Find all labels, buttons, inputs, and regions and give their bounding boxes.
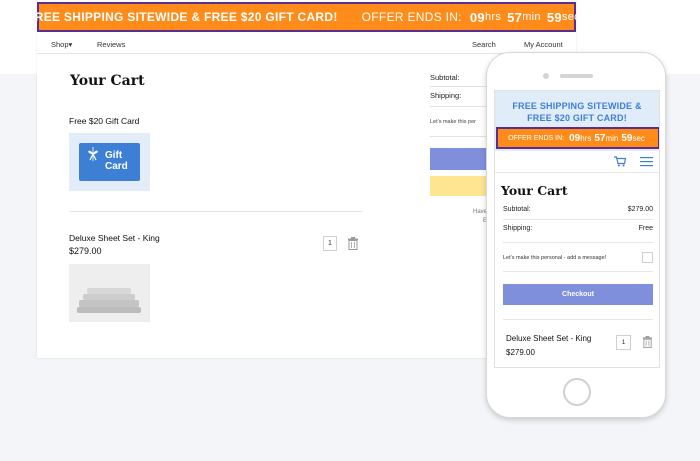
mobile-quantity-input[interactable]: 1 [616,335,631,350]
gift-card-text-gift: Gift [105,150,123,161]
nav-shop[interactable]: Shop▾ [51,40,72,49]
mobile-page-title: Your Cart [501,183,568,198]
mobile-hours: 09 [569,132,581,144]
page-title: Your Cart [70,73,145,89]
promo-banner[interactable]: FREE SHIPPING SITEWIDE & FREE $20 GIFT C… [27,2,580,32]
mobile-subtotal-value: $279.00 [627,206,653,213]
mobile-screen: FREE SHIPPING SITEWIDE & FREE $20 GIFT C… [494,90,660,368]
mobile-countdown: OFFER ENDS IN: 09 hrs 57 min 59 sec [496,127,659,149]
mobile-message-label: Let's make this personal - add a message… [503,255,607,261]
top-nav: Shop▾ Reviews Search My Account [37,34,576,54]
mobile-item-name: Deluxe Sheet Set - King [506,334,592,343]
gift-bow-icon [88,147,98,161]
shipping-label: Shipping: [430,91,462,100]
phone-home-button[interactable] [563,378,591,406]
seconds-unit: sec [561,11,580,23]
cart-icon[interactable] [614,156,626,167]
mobile-promo-banner[interactable]: FREE SHIPPING SITEWIDE & FREE $20 GIFT C… [495,91,659,151]
personal-message-label: Let's make this per [430,119,476,125]
phone-frame: FREE SHIPPING SITEWIDE & FREE $20 GIFT C… [486,52,666,418]
folded-sheets-illustration [77,288,141,313]
mobile-subtotal-label: Subtotal: [503,206,531,213]
promo-headline: FREE SHIPPING SITEWIDE & FREE $20 GIFT C… [27,10,338,24]
mobile-shipping-label: Shipping: [503,225,533,232]
menu-icon[interactable] [640,156,653,167]
subtotal-label: Subtotal: [430,73,460,82]
phone-speaker [560,74,593,78]
mobile-shipping-value: Free [638,225,653,232]
mobile-seconds: 59 [621,132,633,144]
sheet-set-image [69,264,150,322]
mobile-item-price: $279.00 [506,348,535,357]
trash-icon[interactable] [347,237,359,250]
message-checkbox[interactable] [642,252,653,263]
mobile-promo-line-2: FREE $20 GIFT CARD! [527,113,627,123]
nav-my-account[interactable]: My Account [524,40,563,49]
mobile-summary-divider [503,219,653,220]
help-text-fragment: Have [473,209,488,215]
gift-card-text-card: Card [105,161,128,172]
mobile-checkout-button[interactable]: Checkout [503,284,653,305]
mobile-summary-divider [503,319,653,320]
quantity-input[interactable]: 1 [323,236,337,251]
mobile-offer-label: OFFER ENDS IN: [508,134,565,142]
mobile-summary-divider [503,242,653,243]
mobile-minutes-unit: min [605,133,619,143]
mobile-header-divider [495,172,659,173]
sheet-item-name: Deluxe Sheet Set - King [69,233,160,243]
gift-card-graphic: Gift Card [79,143,140,181]
mobile-summary-divider [503,271,653,272]
countdown-minutes: 57 [507,9,523,25]
item-divider [69,211,363,212]
mobile-seconds-unit: sec [632,133,645,143]
minutes-unit: min [522,11,541,23]
phone-camera [543,73,549,79]
offer-label: OFFER ENDS IN: [361,10,462,24]
mobile-minutes: 57 [594,132,606,144]
nav-search[interactable]: Search [472,40,496,49]
sheet-item-price: $279.00 [69,246,102,256]
countdown-hours: 09 [469,9,485,25]
countdown-seconds: 59 [546,9,562,25]
hours-unit: hrs [484,11,502,23]
nav-reviews[interactable]: Reviews [97,40,125,49]
mobile-hours-unit: hrs [580,133,592,143]
gift-card-item-name: Free $20 Gift Card [69,116,140,126]
gift-card-image: Gift Card [69,133,150,191]
trash-icon[interactable] [642,336,653,348]
mobile-promo-line-1: FREE SHIPPING SITEWIDE & [512,101,642,111]
